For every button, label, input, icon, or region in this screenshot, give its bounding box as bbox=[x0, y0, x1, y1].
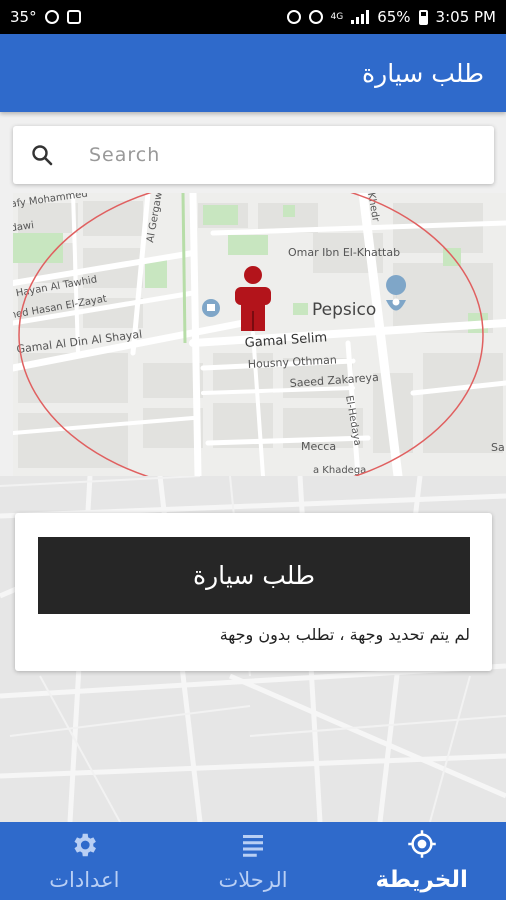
notification-icon bbox=[66, 10, 81, 24]
nav-label-map: الخريطة bbox=[375, 867, 468, 893]
signal-icon bbox=[351, 10, 370, 24]
poi-label: Pepsico bbox=[312, 300, 376, 320]
battery-percent: 65% bbox=[377, 8, 411, 26]
nav-item-trips[interactable]: الرحلات bbox=[169, 822, 338, 900]
search-icon[interactable] bbox=[13, 126, 71, 184]
street-label: Mecca bbox=[301, 440, 336, 453]
status-bar: 35° 4G 65% 3:05 PM bbox=[0, 0, 506, 34]
nav-item-settings[interactable]: اعدادات bbox=[0, 822, 169, 900]
gear-icon bbox=[69, 830, 99, 864]
nav-label-trips: الرحلات bbox=[218, 868, 288, 892]
page-title: طلب سيارة bbox=[362, 58, 484, 88]
temperature-text: 35° bbox=[10, 8, 37, 26]
alarm-clock-icon bbox=[308, 10, 323, 24]
mute-icon bbox=[286, 10, 301, 24]
battery-icon bbox=[418, 9, 428, 25]
map-view[interactable]: afy Mohammed dawi Al Gergawi Khedr Omar … bbox=[13, 193, 506, 476]
no-destination-hint: لم يتم تحديد وجهة ، تطلب بدون وجهة bbox=[219, 625, 470, 644]
nav-item-map[interactable]: الخريطة bbox=[337, 822, 506, 900]
bottom-navigation: اعدادات الرحلات الخريطة bbox=[0, 822, 506, 900]
nav-label-settings: اعدادات bbox=[49, 868, 120, 892]
alarm-icon bbox=[44, 10, 59, 24]
request-card: طلب سيارة لم يتم تحديد وجهة ، تطلب بدون … bbox=[15, 513, 492, 671]
request-car-button[interactable]: طلب سيارة bbox=[38, 537, 470, 614]
clock-text: 3:05 PM bbox=[435, 8, 496, 26]
map-canvas[interactable]: afy Mohammed dawi Al Gergawi Khedr Omar … bbox=[13, 193, 506, 476]
poi-marker-icon[interactable] bbox=[202, 299, 220, 317]
street-label: Sa bbox=[491, 441, 505, 454]
search-bar[interactable] bbox=[13, 126, 494, 184]
street-label: Omar Ibn El-Khattab bbox=[288, 246, 400, 259]
list-icon bbox=[238, 830, 268, 864]
app-bar: طلب سيارة bbox=[0, 34, 506, 112]
network-type-text: 4G bbox=[330, 12, 344, 22]
location-target-icon bbox=[407, 829, 437, 863]
search-input[interactable] bbox=[71, 144, 469, 166]
